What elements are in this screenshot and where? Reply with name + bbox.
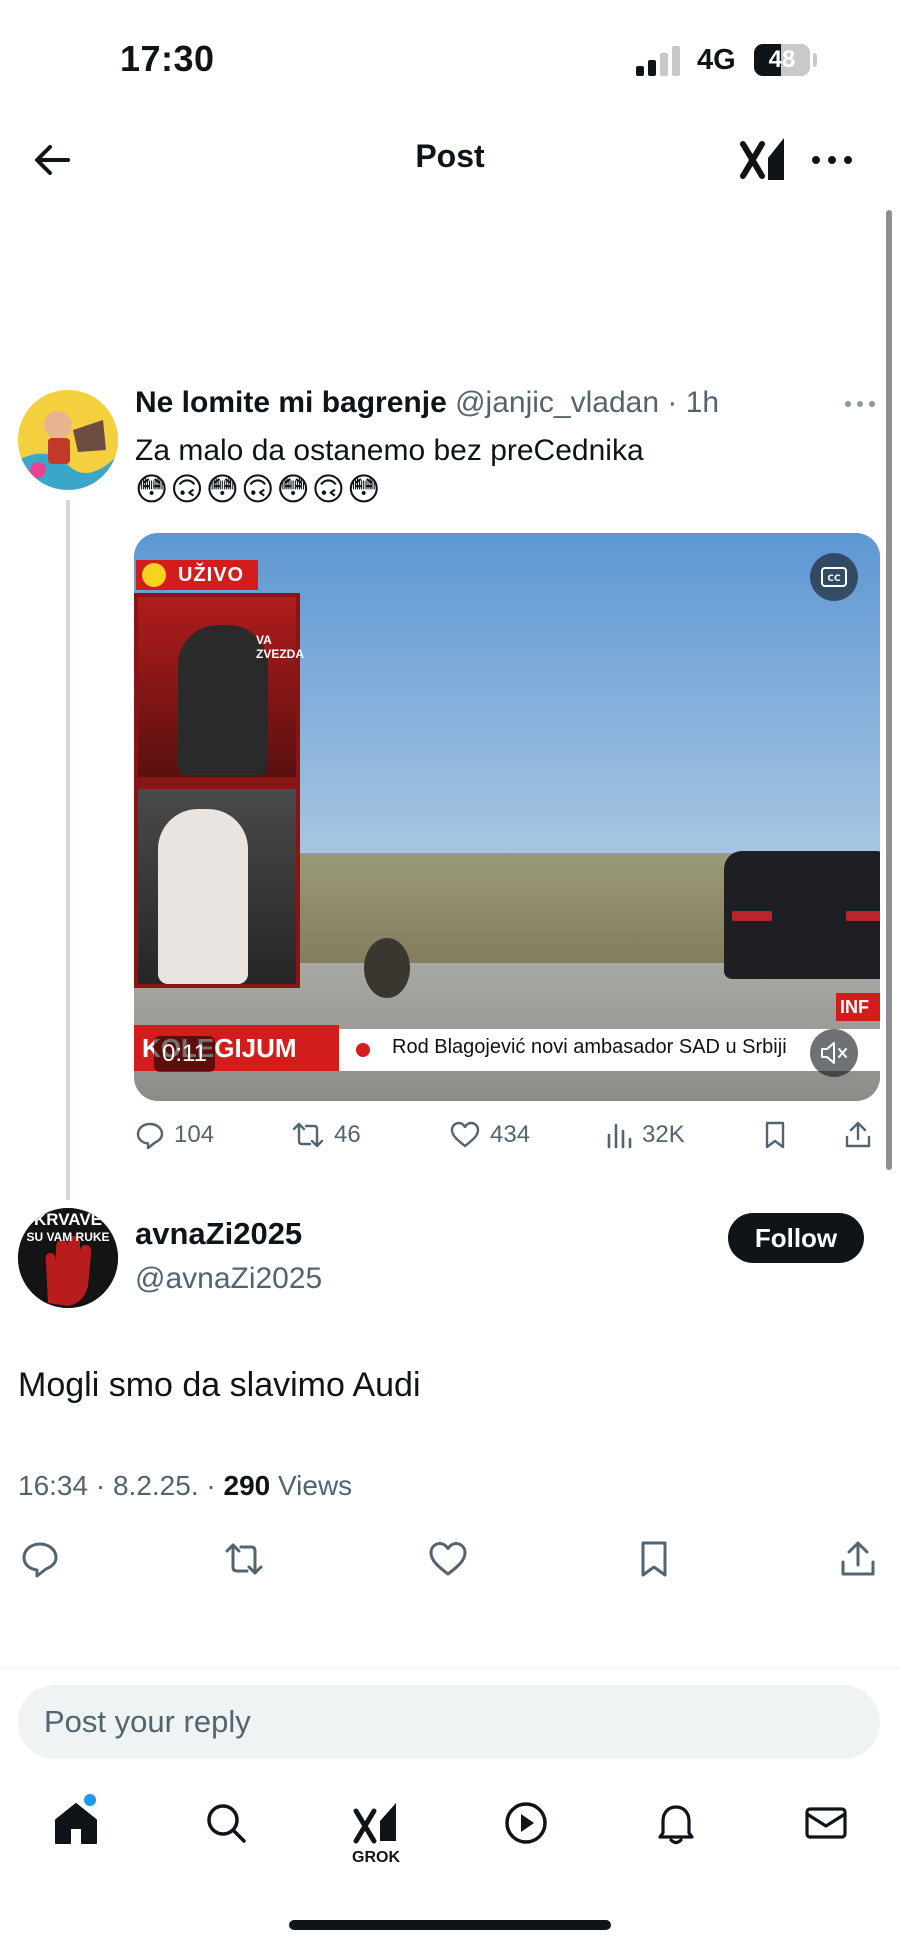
tweet-time: 1h	[685, 386, 720, 419]
avatar-text: SU VAM RUKE	[26, 1230, 110, 1244]
share-button[interactable]	[842, 1115, 882, 1155]
studio-panel: VA ZVEZDA	[134, 593, 304, 988]
nav-video[interactable]	[496, 1793, 556, 1873]
avatar[interactable]	[18, 390, 118, 490]
channel-corner: INF	[836, 993, 880, 1021]
action-row	[0, 1535, 900, 1583]
share-icon[interactable]	[834, 1535, 882, 1583]
studio-camera-2	[138, 789, 296, 984]
reply-icon[interactable]	[16, 1535, 64, 1583]
mail-icon	[805, 1807, 847, 1839]
reply-icon	[136, 1122, 164, 1150]
nav-messages[interactable]	[796, 1793, 856, 1873]
top-header: Post	[0, 120, 900, 200]
more-icon[interactable]	[842, 394, 878, 414]
repost-count: 46	[334, 1121, 361, 1148]
battery-level: 48	[768, 46, 796, 73]
divider	[0, 1667, 900, 1668]
live-label: UŽIVO	[178, 564, 245, 586]
status-time: 17:30	[120, 38, 215, 79]
author-handle[interactable]: @janjic_vladan	[455, 386, 659, 419]
views-count: 290	[223, 1470, 271, 1501]
reply-input[interactable]	[18, 1685, 880, 1759]
follow-button[interactable]: Follow	[728, 1213, 864, 1263]
avatar[interactable]: KRVAVE SU VAM RUKE	[18, 1208, 118, 1308]
presenter	[158, 809, 248, 984]
nav-search[interactable]	[196, 1793, 256, 1873]
network-label: 4G	[697, 44, 736, 76]
battery-icon: 48	[754, 44, 810, 76]
video-car	[724, 851, 880, 979]
live-badge: UŽIVO	[136, 560, 259, 590]
like-icon[interactable]	[424, 1535, 472, 1583]
separator: ·	[667, 386, 678, 419]
reply-button[interactable]: 104	[134, 1115, 214, 1155]
tweet-text: Mogli smo da slavimo Audi	[18, 1366, 421, 1404]
bottom-nav: GROK	[0, 1785, 900, 1895]
status-bar: 17:30 4G 48	[0, 0, 900, 120]
video-player[interactable]: VA ZVEZDA UŽIVO INF KOLEGIJUM Rod Blagoj…	[134, 533, 880, 1101]
grok-icon	[353, 1803, 396, 1844]
repost-button[interactable]: 46	[290, 1115, 361, 1155]
views-icon	[607, 1123, 632, 1149]
news-ticker: KOLEGIJUM Rod Blagojević novi ambasador …	[134, 1025, 880, 1071]
home-icon	[55, 1803, 97, 1844]
scrollbar[interactable]	[886, 210, 892, 1170]
repost-icon	[292, 1122, 324, 1148]
grok-label: GROK	[352, 1849, 400, 1866]
views-count: 32K	[642, 1121, 685, 1148]
author-name[interactable]: Ne lomite mi bagrenje	[135, 386, 447, 419]
tweet-header: Ne lomite mi bagrenje @janjic_vladan · 1…	[135, 386, 835, 420]
tweet-body: Za malo da ostanemo bez preCednika	[135, 434, 644, 467]
video-duration: 0:11	[154, 1036, 215, 1072]
views-button[interactable]: 32K	[604, 1115, 685, 1155]
bookmark-icon	[765, 1121, 785, 1149]
studio-camera-1: VA ZVEZDA	[138, 597, 304, 777]
tweet-time: 16:34	[18, 1470, 89, 1501]
author-handle[interactable]: @avnaZi2025	[135, 1262, 322, 1296]
nav-home[interactable]	[46, 1793, 106, 1873]
author-name[interactable]: avnaZi2025	[135, 1216, 302, 1252]
more-icon[interactable]	[808, 140, 856, 180]
separator: ·	[95, 1470, 106, 1501]
reply-box[interactable]	[18, 1685, 880, 1759]
views-label: Views	[278, 1470, 353, 1501]
repost-icon[interactable]	[220, 1535, 268, 1583]
reply-count: 104	[174, 1121, 215, 1148]
tweet-meta: 16:34 · 8.2.25. · 290 Views	[18, 1470, 352, 1502]
mute-icon[interactable]	[810, 1029, 858, 1077]
cc-icon[interactable]: CC	[810, 553, 858, 601]
bell-icon	[658, 1805, 694, 1845]
separator: ·	[206, 1470, 216, 1501]
presenter	[178, 625, 268, 775]
search-icon	[207, 1804, 246, 1843]
video-wheel	[364, 938, 410, 998]
thread-line	[66, 500, 70, 1200]
tweet-text: Za malo da ostanemo bez preCednika 😳🙃😳🙃😳…	[135, 432, 875, 508]
avatar-text: KRVAVE	[33, 1210, 103, 1229]
grok-icon[interactable]	[740, 132, 790, 186]
engagement-row: 104 46 434 32K	[134, 1115, 880, 1155]
like-button[interactable]: 434	[448, 1115, 530, 1155]
share-icon	[845, 1121, 871, 1148]
notification-dot	[84, 1794, 96, 1806]
nav-notifications[interactable]	[646, 1793, 706, 1873]
home-indicator[interactable]	[289, 1920, 611, 1930]
tweet-date: 8.2.25.	[112, 1470, 199, 1501]
signal-icon	[636, 46, 682, 76]
ticker-text: Rod Blagojević novi ambasador SAD u Srbi…	[392, 1036, 787, 1058]
like-icon	[450, 1121, 480, 1148]
svg-text:CC: CC	[827, 574, 841, 584]
like-count: 434	[490, 1121, 531, 1148]
emoji-line: 😳🙃😳🙃😳🙃😳	[135, 471, 383, 507]
studio-label: VA ZVEZDA	[256, 633, 304, 661]
bookmark-icon[interactable]	[630, 1535, 678, 1583]
bookmark-button[interactable]	[760, 1115, 798, 1155]
play-icon	[505, 1802, 547, 1844]
